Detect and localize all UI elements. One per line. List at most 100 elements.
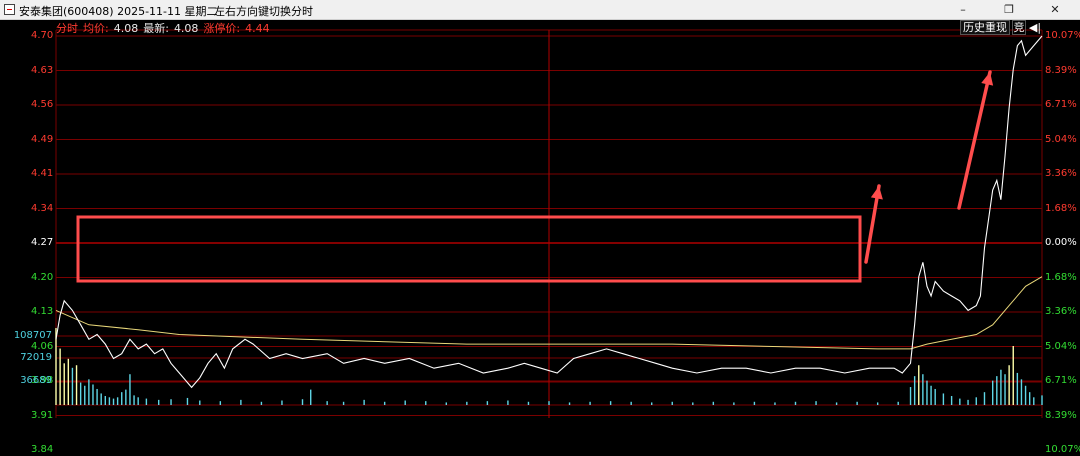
volume-bar <box>922 374 924 405</box>
volume-bar <box>983 392 986 405</box>
chart-canvas[interactable] <box>0 0 1080 418</box>
latest-price-label: 最新: <box>143 22 169 35</box>
volume-bar <box>158 399 160 405</box>
volume-bar <box>856 401 858 405</box>
percent-tick-label: 1.68% <box>1045 202 1077 214</box>
volume-bar <box>129 374 131 405</box>
volume-bar <box>260 401 263 405</box>
volume-bar <box>568 402 571 405</box>
mode-label: 分时 <box>56 22 78 35</box>
volume-bar <box>1028 392 1031 405</box>
volume-tick-label: 72019 <box>20 352 52 363</box>
volume-bar <box>794 401 797 405</box>
limit-up-value: 4.44 <box>245 22 270 35</box>
volume-bar <box>125 389 127 405</box>
price-tick-label: 4.13 <box>31 306 54 317</box>
annotation-arrow-large-head <box>981 72 994 86</box>
volume-bar <box>992 380 994 405</box>
volume-bar <box>1020 379 1023 405</box>
volume-bar <box>59 348 61 405</box>
avg-price-value: 4.08 <box>113 22 139 35</box>
price-tick-label: 4.56 <box>31 99 54 110</box>
volume-bar <box>104 396 106 405</box>
volume-bar <box>753 401 756 405</box>
volume-bar <box>486 401 489 405</box>
volume-bar <box>1012 345 1014 405</box>
percent-tick-label: 8.39% <box>1045 409 1077 421</box>
volume-bar <box>774 402 776 405</box>
percent-tick-label: 3.36% <box>1045 168 1077 179</box>
call-auction-button[interactable]: 竞 <box>1012 20 1026 35</box>
volume-bar <box>692 402 694 405</box>
price-tick-label: 4.27 <box>31 237 54 248</box>
volume-bar <box>1024 385 1027 405</box>
volume-bar <box>967 399 969 405</box>
volume-bar <box>918 365 920 405</box>
volume-bar <box>934 388 936 405</box>
volume-bar <box>835 402 838 405</box>
volume-bar <box>815 401 817 405</box>
volume-bar <box>55 328 57 405</box>
volume-bar <box>88 379 90 405</box>
volume-bar <box>404 400 406 405</box>
volume-bar <box>363 399 365 405</box>
volume-bar <box>913 376 916 405</box>
price-tick-label: 4.06 <box>31 340 54 352</box>
volume-bar <box>1041 395 1043 405</box>
volume-bar <box>326 401 328 405</box>
volume-bar <box>281 400 283 405</box>
volume-bar <box>92 384 94 405</box>
volume-bar <box>1008 365 1010 405</box>
volume-bar <box>301 399 304 405</box>
volume-bar <box>186 397 189 405</box>
volume-bar <box>1016 372 1019 405</box>
percent-tick-label: 5.04% <box>1045 133 1077 145</box>
volume-bar <box>108 397 111 405</box>
volume-bar <box>383 401 386 405</box>
percent-tick-label: 5.04% <box>1045 340 1077 352</box>
price-tick-label: 4.70 <box>31 30 54 41</box>
percent-tick-label: 8.39% <box>1045 64 1077 76</box>
volume-bar <box>671 401 673 405</box>
volume-tick-label: 36689 <box>20 375 52 386</box>
volume-bar <box>926 380 928 405</box>
volume-bar <box>548 401 550 405</box>
volume-bar <box>942 393 945 405</box>
volume-bar <box>445 402 447 405</box>
percent-tick-label: 1.68% <box>1045 271 1077 283</box>
volume-bar <box>950 396 953 405</box>
volume-bar <box>170 399 172 405</box>
consolidation-highlight-box <box>76 215 862 283</box>
volume-bar <box>975 397 977 405</box>
volume-bar <box>310 389 312 405</box>
volume-bar <box>1000 369 1002 405</box>
volume-bar <box>876 402 879 405</box>
price-tick-label: 4.63 <box>31 64 54 76</box>
volume-bar <box>79 382 82 405</box>
price-tick-label: 4.41 <box>31 168 54 179</box>
volume-bar <box>84 385 86 405</box>
volume-bar <box>733 402 735 405</box>
percent-tick-label: 0.00% <box>1045 237 1077 248</box>
volume-bar <box>527 401 530 405</box>
avg-price-label: 均价: <box>83 22 109 35</box>
percent-tick-label: 10.07% <box>1045 30 1080 41</box>
volume-bar <box>199 400 201 405</box>
volume-bar <box>1004 374 1006 405</box>
back-to-start-icon[interactable]: ◀︎| <box>1028 21 1042 34</box>
quote-info-strip: 分时 均价: 4.08 最新: 4.08 涨停价: 4.44 <box>56 20 275 35</box>
percent-tick-label: 10.07% <box>1045 444 1080 455</box>
history-replay-button[interactable]: 历史重现 <box>960 20 1010 35</box>
volume-bar <box>100 393 102 405</box>
volume-bar <box>897 401 899 405</box>
price-tick-label: 4.20 <box>31 271 54 283</box>
percent-tick-label: 3.36% <box>1045 306 1077 317</box>
price-tick-label: 3.84 <box>31 444 54 455</box>
volume-bar <box>121 392 123 405</box>
price-tick-label: 4.34 <box>31 202 54 214</box>
annotation-arrow-small-head <box>870 186 883 200</box>
price-tick-label: 3.91 <box>31 409 54 421</box>
volume-bar <box>112 398 115 405</box>
intraday-chart-window: 安泰集团(600408) 2025-11-11 星期二 左右方向键切换分时 – … <box>0 0 1080 455</box>
volume-bar <box>425 401 427 405</box>
